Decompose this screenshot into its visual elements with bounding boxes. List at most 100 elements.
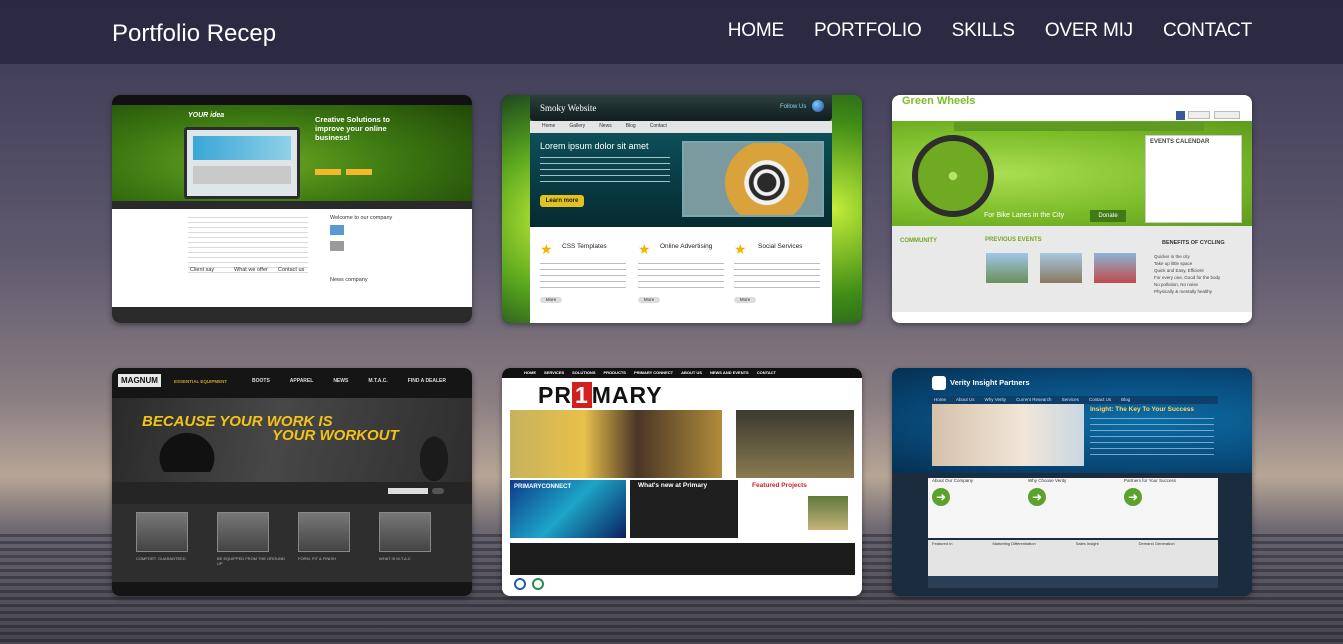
project-footer xyxy=(928,576,1218,588)
store-image xyxy=(510,410,722,478)
connect-title: PRIMARYCONNECT xyxy=(514,484,572,490)
project-logo: YOUR idea xyxy=(188,112,225,119)
cta-button xyxy=(315,169,341,175)
community-title: COMMUNITY xyxy=(900,238,937,244)
top-navbar: Portfolio Recep HOME PORTFOLIO SKILLS OV… xyxy=(0,0,1343,64)
column-title: Why Choose Verity xyxy=(1028,478,1067,483)
project-text-block xyxy=(1090,418,1214,458)
project-headline: Creative Solutions to improve your onlin… xyxy=(315,115,391,142)
tile-caption: COMFORT. GUARANTEED xyxy=(136,556,186,561)
section-welcome: Welcome to our company xyxy=(330,215,393,221)
event-photo xyxy=(1040,253,1082,283)
boot-image xyxy=(152,426,222,472)
project-card-green-wheels[interactable]: Green Wheels For Bike Lanes in the City … xyxy=(892,95,1252,323)
arrow-right-icon: ➜ xyxy=(932,488,950,506)
project-subnav xyxy=(112,201,472,209)
coffee-image xyxy=(682,141,824,217)
thumb-icon xyxy=(330,241,344,251)
tile-caption: WHAT IS M.T.A.C xyxy=(379,556,411,561)
project-menu-items: Home Gallery News Blog Contact xyxy=(542,123,667,129)
project-card-magnum[interactable]: MAGNUM ESSENTIAL EQUIPMENT BOOTS APPAREL N… xyxy=(112,368,472,596)
nav-skills[interactable]: SKILLS xyxy=(952,20,1015,42)
nav-home[interactable]: HOME xyxy=(728,20,784,42)
globe-icon xyxy=(812,100,824,112)
project-footer xyxy=(112,307,472,323)
star-icon: ★ xyxy=(638,241,651,257)
project-card-primary[interactable]: HOME SERVICES SOLUTIONS PRODUCTS PRIMARY CON… xyxy=(502,368,862,596)
badge-icon xyxy=(514,578,526,590)
project-logo: Green Wheels xyxy=(902,95,976,107)
thumb-icon xyxy=(330,225,344,235)
project-logo: MAGNUM xyxy=(118,374,161,387)
project-banner: For Bike Lanes in the City xyxy=(984,212,1065,219)
event-photo xyxy=(1094,253,1136,283)
star-icon: ★ xyxy=(734,241,747,257)
tile-caption: FORM, FIT & FINISH xyxy=(298,556,336,561)
learn-more-button: Learn more xyxy=(540,195,584,207)
feature-title: Online Advertising xyxy=(660,243,713,250)
login-button xyxy=(1188,111,1210,119)
section-contact: Contact us xyxy=(278,267,305,273)
woman-photo xyxy=(932,404,1084,466)
section-offer: What we offer xyxy=(234,267,268,273)
cta-button-2 xyxy=(346,169,372,175)
project-card-smoky[interactable]: Smoky Website Follow Us Home Gallery News B… xyxy=(502,95,862,323)
hero-line-2: YOUR WORKOUT xyxy=(272,427,399,444)
project-text-block xyxy=(188,217,308,273)
nav-contact[interactable]: CONTACT xyxy=(1163,20,1252,42)
column-title: About Our Company xyxy=(932,478,974,483)
benefits-list: Quicker in the city Take up little space Q… xyxy=(1154,254,1221,294)
feature-title: Social Services xyxy=(758,243,803,250)
store-image-2 xyxy=(736,410,854,478)
worker-image xyxy=(412,424,456,482)
columns-panel xyxy=(928,478,1218,538)
featured-image xyxy=(808,496,848,530)
project-site-title: Smoky Website xyxy=(540,103,597,113)
section-news: News company xyxy=(330,277,368,283)
feature-text xyxy=(734,263,820,291)
brand-title[interactable]: Portfolio Recep xyxy=(112,20,276,48)
tile-caption: BE EQUIPPED FROM THE GROUND UP xyxy=(217,556,285,566)
logo-icon xyxy=(932,376,946,390)
feature-text xyxy=(540,263,626,291)
project-menu: HOME SERVICES SOLUTIONS PRODUCTS PRIMARY CON… xyxy=(524,370,776,375)
go-button xyxy=(432,488,444,494)
project-logo: PR 1 MARY xyxy=(538,382,663,408)
project-card-verity[interactable]: Verity Insight Partners Home About Us Why … xyxy=(892,368,1252,596)
events-sidebar xyxy=(1145,135,1242,223)
facebook-icon xyxy=(1176,111,1185,120)
nav-over-mij[interactable]: OVER MIJ xyxy=(1045,20,1133,42)
bottom-titles: Featured In Marketing Differentiation Sale… xyxy=(932,541,1175,546)
feature-tile xyxy=(379,512,431,552)
feature-tile xyxy=(136,512,188,552)
project-menu: BOOTS APPAREL NEWS M.T.A.C. FIND A DEALER xyxy=(252,378,447,384)
wheel-image xyxy=(912,135,994,217)
email-input xyxy=(388,488,428,494)
donate-button: Donate xyxy=(1090,210,1126,222)
laptop-screenshot xyxy=(184,127,300,199)
more-button: More xyxy=(638,297,660,303)
previous-events-title: PREVIOUS EVENTS xyxy=(985,237,1042,243)
news-title: What's new at Primary xyxy=(638,482,708,489)
project-menu: Home About Us Why Verity Current Research Se… xyxy=(934,397,1131,402)
project-menu xyxy=(954,122,1204,131)
project-footer-links xyxy=(510,543,855,575)
nav-portfolio[interactable]: PORTFOLIO xyxy=(814,20,922,42)
main-nav: HOME PORTFOLIO SKILLS OVER MIJ CONTACT xyxy=(728,20,1252,42)
feature-text xyxy=(638,263,724,291)
more-button: More xyxy=(734,297,756,303)
arrow-right-icon: ➜ xyxy=(1124,488,1142,506)
feature-tile xyxy=(298,512,350,552)
project-text-block xyxy=(540,157,670,183)
project-card-your-idea[interactable]: YOUR idea Creative Solutions to improve … xyxy=(112,95,472,323)
project-headline: Insight: The Key To Your Success xyxy=(1090,406,1195,413)
column-title: Partners for Your Success xyxy=(1124,478,1177,483)
star-icon: ★ xyxy=(540,241,553,257)
events-title: EVENTS CALENDAR xyxy=(1150,139,1210,145)
feature-tile xyxy=(217,512,269,552)
feature-title: CSS Templates xyxy=(562,243,607,250)
arrow-right-icon: ➜ xyxy=(1028,488,1046,506)
follow-label: Follow Us xyxy=(780,104,807,110)
badge-icon xyxy=(532,578,544,590)
section-client: Client say xyxy=(190,267,215,273)
